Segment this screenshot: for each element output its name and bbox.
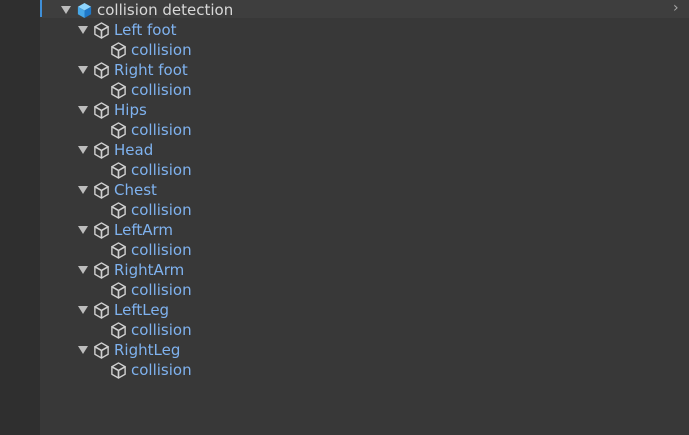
tree-node-label: Head	[114, 141, 154, 159]
tree-child-row[interactable]: collision	[110, 280, 192, 300]
expand-arrow-icon[interactable]	[78, 106, 88, 114]
expand-arrow-icon[interactable]	[78, 266, 88, 274]
tree-root-row[interactable]: collision detection	[61, 0, 233, 20]
cube-icon	[94, 181, 109, 199]
tree-node-row[interactable]: Head	[78, 140, 153, 160]
tree-child-label: collision	[131, 81, 192, 99]
cube-icon	[94, 221, 109, 239]
cube-icon	[111, 281, 126, 299]
cube-icon	[94, 21, 109, 39]
tree-child-row[interactable]: collision	[110, 240, 192, 260]
cube-icon	[111, 41, 126, 59]
root-label: collision detection	[97, 1, 234, 19]
tree-node-label: LeftArm	[114, 221, 173, 239]
tree-child-label: collision	[131, 41, 192, 59]
tree-child-row[interactable]: collision	[110, 360, 192, 380]
tree-node-row[interactable]: Left foot	[78, 20, 177, 40]
prefab-cube-icon	[77, 2, 92, 18]
tree-child-label: collision	[131, 201, 192, 219]
tree-node-row[interactable]: Hips	[78, 100, 147, 120]
cube-icon	[94, 261, 109, 279]
cube-icon	[94, 141, 109, 159]
tree-node-label: RightArm	[114, 261, 185, 279]
tree-node-row[interactable]: Chest	[78, 180, 157, 200]
cube-icon	[94, 341, 109, 359]
tree-node-label: Chest	[114, 181, 157, 199]
expand-arrow-icon[interactable]	[78, 186, 88, 194]
tree-node-row[interactable]: LeftArm	[78, 220, 173, 240]
tree-node-label: Right foot	[114, 61, 188, 79]
tree-child-label: collision	[131, 281, 192, 299]
expand-arrow-icon[interactable]	[78, 226, 88, 234]
tree-child-row[interactable]: collision	[110, 40, 192, 60]
tree-node-label: Left foot	[114, 21, 177, 39]
cube-icon	[94, 61, 109, 79]
tree-child-row[interactable]: collision	[110, 80, 192, 100]
expand-arrow-icon[interactable]	[61, 6, 71, 14]
left-gutter	[0, 0, 40, 435]
tree-node-row[interactable]: RightLeg	[78, 340, 180, 360]
cube-icon	[111, 121, 126, 139]
hierarchy-panel: collision detection Left foot collision Ri…	[0, 0, 689, 435]
expand-arrow-icon[interactable]	[78, 66, 88, 74]
tree-child-row[interactable]: collision	[110, 200, 192, 220]
tree-node-label: Hips	[114, 101, 147, 119]
selection-indicator	[40, 0, 42, 17]
tree-child-label: collision	[131, 161, 192, 179]
cube-icon	[111, 161, 126, 179]
tree-child-label: collision	[131, 121, 192, 139]
expand-arrow-icon[interactable]	[78, 26, 88, 34]
tree-node-label: LeftLeg	[114, 301, 170, 319]
expand-arrow-icon[interactable]	[78, 306, 88, 314]
tree-child-row[interactable]: collision	[110, 120, 192, 140]
tree-child-row[interactable]: collision	[110, 320, 192, 340]
expand-arrow-icon[interactable]	[78, 146, 88, 154]
tree-child-label: collision	[131, 361, 192, 379]
cube-icon	[94, 101, 109, 119]
cube-icon	[111, 321, 126, 339]
tree-child-label: collision	[131, 241, 192, 259]
cube-icon	[111, 81, 126, 99]
tree-child-label: collision	[131, 321, 192, 339]
cube-icon	[94, 301, 109, 319]
cube-icon	[111, 361, 126, 379]
tree-node-row[interactable]: LeftLeg	[78, 300, 169, 320]
tree-node-row[interactable]: Right foot	[78, 60, 188, 80]
cube-icon	[111, 201, 126, 219]
tree-node-label: RightLeg	[114, 341, 181, 359]
tree-child-row[interactable]: collision	[110, 160, 192, 180]
expand-arrow-icon[interactable]	[78, 346, 88, 354]
chevron-right-icon[interactable]: ›	[673, 1, 683, 15]
cube-icon	[111, 241, 126, 259]
tree-node-row[interactable]: RightArm	[78, 260, 184, 280]
